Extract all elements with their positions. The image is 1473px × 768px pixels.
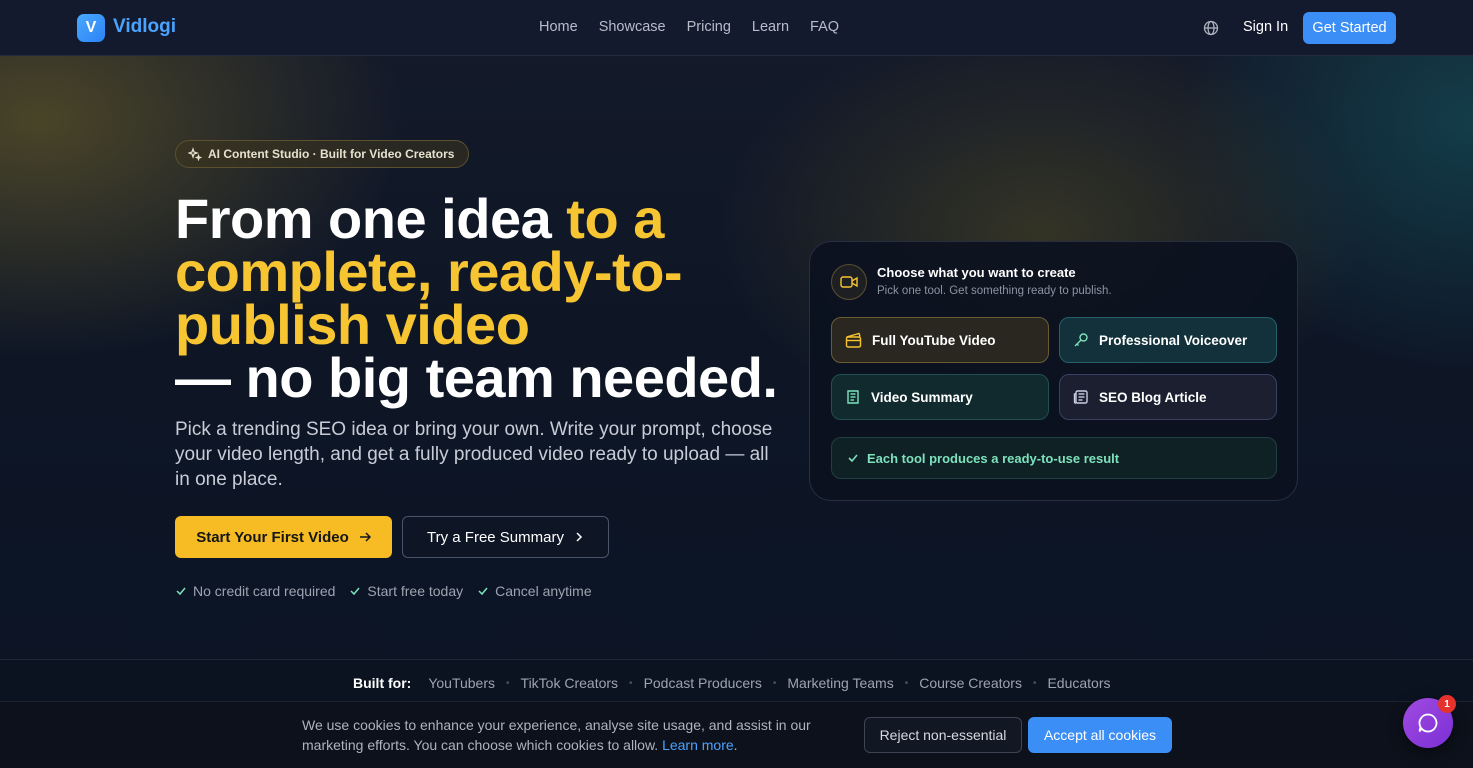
check-icon (350, 587, 360, 596)
nav-link-showcase[interactable]: Showcase (599, 19, 666, 35)
arrow-right-icon (359, 532, 371, 542)
get-started-button[interactable]: Get Started (1303, 12, 1396, 44)
scroll-text-icon (847, 390, 859, 404)
chat-bubble-icon (1418, 713, 1438, 733)
tool-professional-voiceover[interactable]: Professional Voiceover (1059, 317, 1277, 363)
cookie-banner: We use cookies to enhance your experienc… (0, 701, 1473, 768)
check-label: Start free today (367, 583, 464, 599)
learn-more-link[interactable]: Learn more (662, 737, 734, 753)
separator-dot: • (772, 677, 777, 689)
logo-icon[interactable]: V (77, 14, 105, 42)
cookie-period: . (733, 737, 738, 753)
video-camera-icon (831, 264, 867, 300)
separator-dot: • (506, 677, 510, 689)
sparkles-icon (188, 147, 202, 161)
headline-part-2: — no big team needed. (175, 346, 778, 409)
hero-badge-text: AI Content Studio · Built for Video Crea… (208, 147, 455, 161)
audience-item: Marketing Teams (787, 675, 894, 691)
audience-item: Podcast Producers (643, 675, 762, 691)
check-label: No credit card required (193, 583, 336, 599)
top-navbar: V Vidlogi Home Showcase Pricing Learn FA… (0, 0, 1473, 56)
tool-video-summary[interactable]: Video Summary (831, 374, 1049, 420)
built-for-strip: Built for: YouTubers • TikTok Creators • P… (0, 659, 1473, 701)
free-summary-label: Try a Free Summary (427, 528, 564, 546)
audience-item: Educators (1047, 675, 1111, 691)
free-summary-button[interactable]: Try a Free Summary (402, 516, 609, 558)
separator-dot: • (1032, 677, 1037, 689)
brand-name[interactable]: Vidlogi (113, 16, 176, 38)
audience-item: YouTubers (428, 675, 496, 691)
nav-link-home[interactable]: Home (539, 19, 578, 35)
tool-label: Video Summary (871, 389, 973, 405)
tool-label: Full YouTube Video (872, 332, 996, 348)
tool-label: SEO Blog Article (1099, 389, 1207, 405)
built-for-label: Built for: (353, 675, 412, 691)
check-icon (176, 587, 186, 596)
check-icon (478, 587, 488, 596)
clapperboard-icon (845, 332, 862, 348)
card-subtitle: Pick one tool. Get something ready to pu… (877, 285, 1112, 297)
tool-label: Professional Voiceover (1099, 332, 1248, 348)
tool-seo-blog-article[interactable]: SEO Blog Article (1059, 374, 1277, 420)
nav-link-learn[interactable]: Learn (752, 19, 789, 35)
accept-cookies-button[interactable]: Accept all cookies (1028, 717, 1172, 753)
microphone-icon (1074, 333, 1088, 347)
nav-link-pricing[interactable]: Pricing (687, 19, 731, 35)
check-item: Start free today (349, 583, 463, 599)
audience-item: Course Creators (919, 675, 1022, 691)
reject-cookies-button[interactable]: Reject non-essential (864, 717, 1022, 753)
cookie-text: We use cookies to enhance your experienc… (302, 715, 832, 755)
hero-checklist: No credit card required Start free today… (175, 583, 592, 599)
hero-headline: From one idea to a complete, ready-to-pu… (175, 191, 815, 406)
separator-dot: • (629, 677, 633, 689)
chevron-right-icon (576, 532, 583, 542)
check-item: Cancel anytime (477, 583, 592, 599)
check-item: No credit card required (175, 583, 335, 599)
hero-subtext: Pick a trending SEO idea or bring your o… (175, 419, 773, 490)
tool-full-youtube-video[interactable]: Full YouTube Video (831, 317, 1049, 363)
result-note-text: Each tool produces a ready-to-use result (867, 450, 1120, 466)
newspaper-icon (1073, 390, 1088, 404)
nav-link-faq[interactable]: FAQ (810, 19, 839, 35)
audience-item: TikTok Creators (520, 675, 619, 691)
tool-picker-card: Choose what you want to create Pick one … (809, 241, 1298, 501)
built-for-row: Built for: YouTubers • TikTok Creators • P… (353, 675, 1111, 691)
card-title: Choose what you want to create (877, 265, 1076, 280)
sign-in-link[interactable]: Sign In (1243, 19, 1288, 35)
check-label: Cancel anytime (495, 583, 592, 599)
check-icon (848, 454, 858, 463)
start-first-video-label: Start Your First Video (196, 528, 349, 546)
separator-dot: • (904, 677, 909, 689)
result-note: Each tool produces a ready-to-use result (831, 437, 1277, 479)
hero-badge: AI Content Studio · Built for Video Crea… (175, 140, 470, 168)
globe-icon[interactable] (1203, 20, 1219, 36)
start-first-video-button[interactable]: Start Your First Video (175, 516, 392, 558)
chat-notification-badge: 1 (1438, 695, 1456, 713)
nav-links: Home Showcase Pricing Learn FAQ (539, 19, 839, 35)
